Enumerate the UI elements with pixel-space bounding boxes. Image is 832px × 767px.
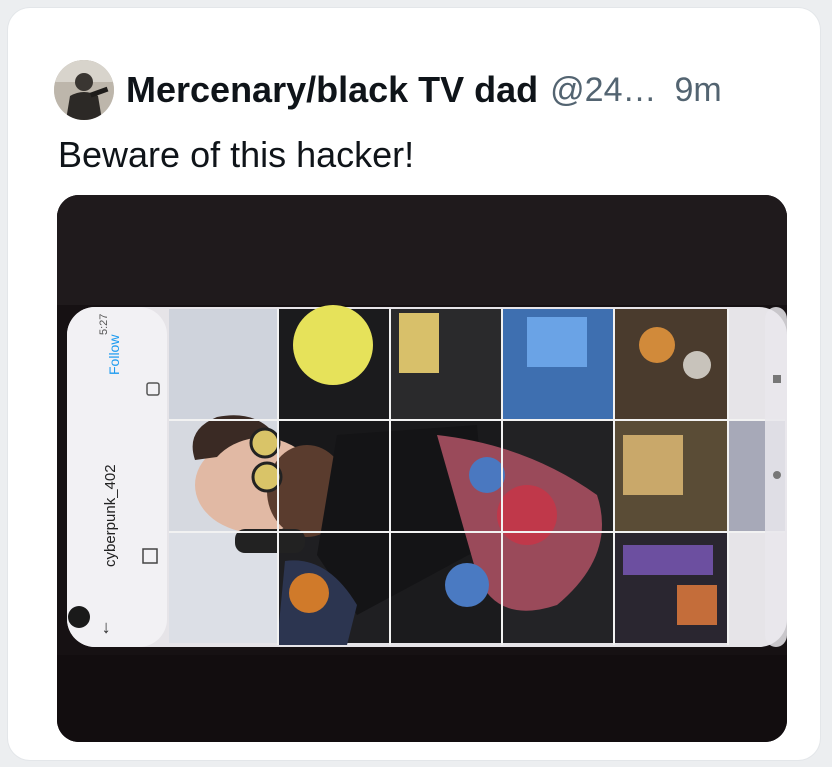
camera-hole-icon <box>68 606 90 628</box>
back-arrow-icon: ← <box>93 619 113 637</box>
author-name[interactable]: Mercenary/black TV dad <box>126 69 538 111</box>
follow-button: Follow <box>106 334 122 375</box>
timestamp[interactable]: 9m <box>675 71 722 110</box>
status-time: 5:27 <box>98 314 110 335</box>
author-avatar[interactable] <box>54 60 114 120</box>
profile-username: cyberpunk_402 <box>102 464 119 567</box>
nav-recent-icon <box>773 375 781 383</box>
profile-photo-grid <box>169 305 785 645</box>
tweet-text: Beware of this hacker! <box>58 134 415 175</box>
author-handle[interactable]: @24… <box>550 71 656 110</box>
tweet-photo[interactable]: 5:27 cyberpunk_402 Follow ← <box>57 195 787 742</box>
phone-device: 5:27 cyberpunk_402 Follow ← <box>67 305 787 647</box>
tweet-header: Mercenary/black TV dad @24… 9m <box>126 65 722 115</box>
tweet-card[interactable]: Mercenary/black TV dad @24… 9m Beware of… <box>8 8 820 760</box>
nav-home-icon <box>773 471 781 479</box>
